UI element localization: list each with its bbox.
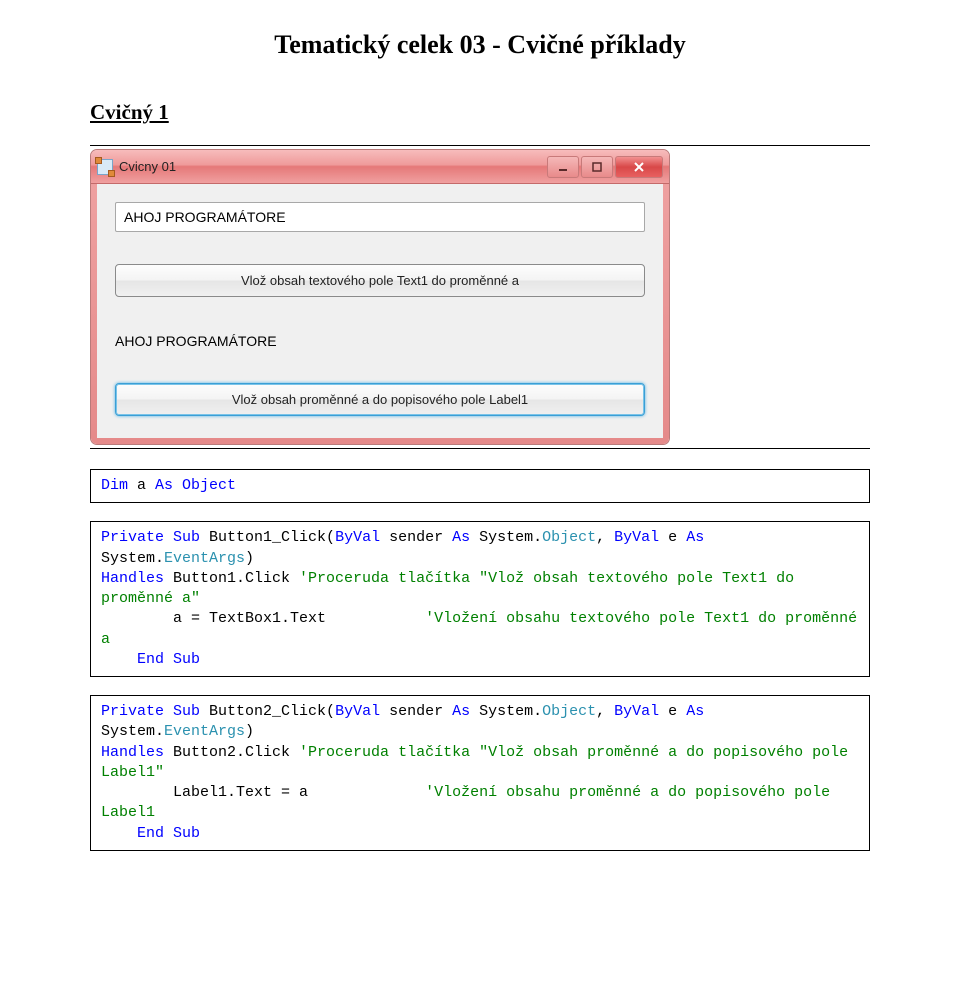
maximize-button[interactable]	[581, 156, 613, 178]
button1[interactable]: Vlož obsah textového pole Text1 do promě…	[115, 264, 645, 297]
titlebar: Cvicny 01	[91, 150, 669, 184]
screenshot-frame: Cvicny 01 AHOJ PROGRAMÁTORE Vlož obsah t…	[90, 145, 870, 449]
label1-output: AHOJ PROGRAMÁTORE	[115, 333, 645, 349]
code-block-button1: Private Sub Button1_Click(ByVal sender A…	[90, 521, 870, 677]
button2[interactable]: Vlož obsah proměnné a do popisového pole…	[115, 383, 645, 416]
close-button[interactable]	[615, 156, 663, 178]
text1-input[interactable]: AHOJ PROGRAMÁTORE	[115, 202, 645, 232]
app-window: Cvicny 01 AHOJ PROGRAMÁTORE Vlož obsah t…	[90, 149, 670, 445]
app-icon	[97, 159, 113, 175]
exercise-heading: Cvičný 1	[90, 100, 870, 125]
page-title: Tematický celek 03 - Cvičné příklady	[90, 30, 870, 60]
minimize-button[interactable]	[547, 156, 579, 178]
window-title: Cvicny 01	[119, 159, 547, 174]
code-block-button2: Private Sub Button2_Click(ByVal sender A…	[90, 695, 870, 851]
client-area: AHOJ PROGRAMÁTORE Vlož obsah textového p…	[91, 184, 669, 444]
code-block-dim: Dim a As Object	[90, 469, 870, 503]
window-buttons	[547, 156, 663, 178]
